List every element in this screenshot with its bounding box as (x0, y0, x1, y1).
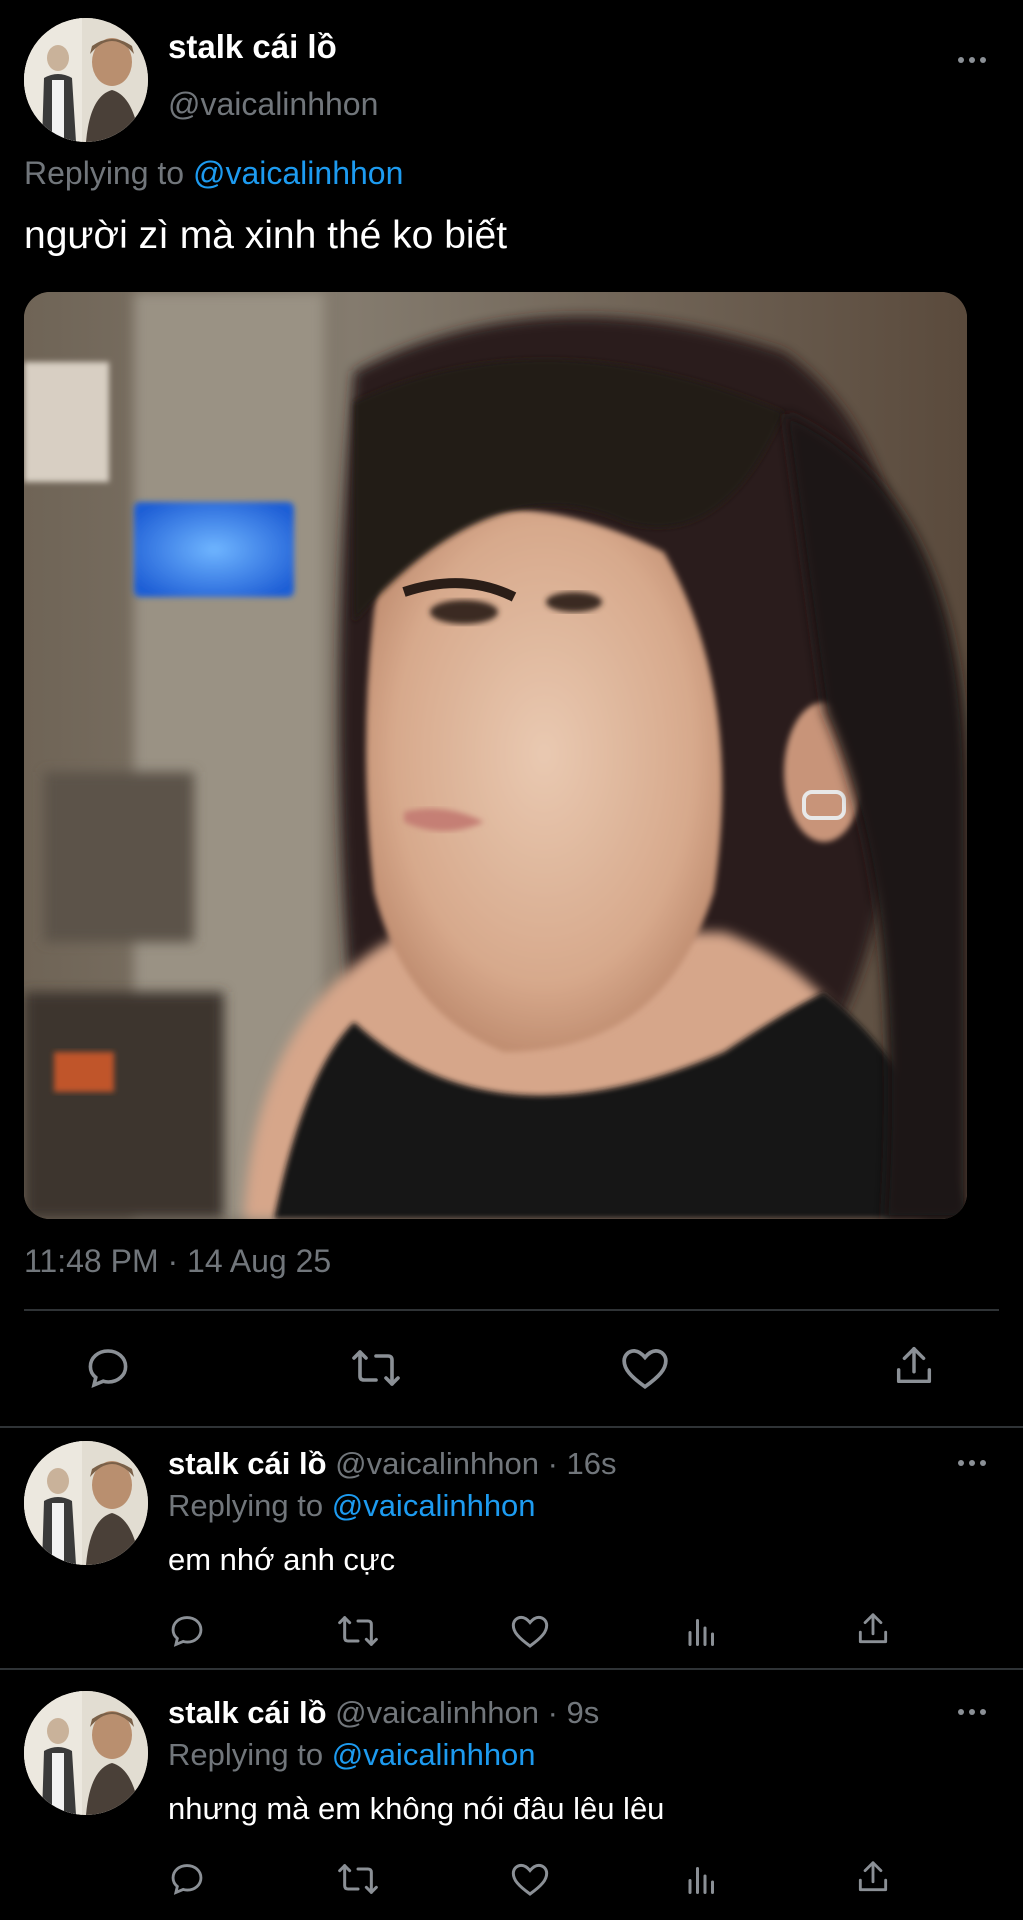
display-name[interactable]: stalk cái lồ (168, 28, 337, 66)
more-options-icon[interactable] (948, 1451, 996, 1475)
more-options-icon[interactable] (948, 1700, 996, 1724)
divider (0, 1668, 1023, 1670)
divider (0, 1426, 1023, 1428)
avatar-image (24, 1691, 148, 1815)
reply-meta: stalk cái lồ @vaicalinhhon · 16s (168, 1446, 617, 1482)
avatar[interactable] (24, 1441, 148, 1565)
replying-to-label: Replying to (168, 1737, 324, 1772)
photo-image (24, 292, 967, 1219)
avatar-image (24, 18, 148, 142)
reply-icon[interactable] (81, 1342, 135, 1394)
reply-icon[interactable] (165, 1609, 209, 1653)
like-icon[interactable] (508, 1609, 552, 1653)
share-icon[interactable] (851, 1855, 895, 1899)
replying-to-mention[interactable]: @vaicalinhhon (332, 1737, 536, 1772)
retweet-icon[interactable] (334, 1609, 382, 1653)
like-icon[interactable] (617, 1342, 673, 1394)
tweet-timestamp[interactable]: 11:48 PM · 14 Aug 25 (24, 1243, 331, 1280)
replying-to-mention[interactable]: @vaicalinhhon (193, 155, 403, 191)
avatar[interactable] (24, 18, 148, 142)
reply-time[interactable]: · 9s (548, 1695, 600, 1730)
share-icon[interactable] (888, 1340, 940, 1392)
retweet-icon[interactable] (346, 1342, 406, 1394)
share-icon[interactable] (851, 1607, 895, 1651)
more-options-icon[interactable] (948, 48, 996, 72)
like-icon[interactable] (508, 1857, 552, 1901)
replying-to-line: Replying to @vaicalinhhon (168, 1488, 536, 1524)
tweet-thread-page: stalk cái lồ @vaicalinhhon Replying to @… (0, 0, 1023, 1920)
replying-to-label: Replying to (168, 1488, 324, 1523)
avatar-image (24, 1441, 148, 1565)
replying-to-mention[interactable]: @vaicalinhhon (332, 1488, 536, 1523)
replying-to-line: Replying to @vaicalinhhon (24, 155, 403, 192)
retweet-icon[interactable] (334, 1857, 382, 1901)
replying-to-label: Replying to (24, 155, 185, 191)
analytics-icon[interactable] (680, 1857, 724, 1901)
tweet-text: người zì mà xinh thé ko biết (24, 214, 508, 257)
avatar[interactable] (24, 1691, 148, 1815)
tweet-media-photo[interactable] (24, 292, 967, 1219)
reply-text: nhưng mà em không nói đâu lêu lêu (168, 1791, 665, 1826)
reply-time[interactable]: · 16s (548, 1446, 617, 1481)
handle[interactable]: @vaicalinhhon (168, 86, 378, 123)
display-name[interactable]: stalk cái lồ (168, 1446, 327, 1481)
handle[interactable]: @vaicalinhhon (335, 1446, 539, 1481)
reply-icon[interactable] (165, 1857, 209, 1901)
divider (24, 1309, 999, 1311)
reply-meta: stalk cái lồ @vaicalinhhon · 9s (168, 1695, 599, 1731)
display-name[interactable]: stalk cái lồ (168, 1695, 327, 1730)
reply-text: em nhớ anh cực (168, 1542, 396, 1577)
handle[interactable]: @vaicalinhhon (335, 1695, 539, 1730)
analytics-icon[interactable] (680, 1609, 724, 1653)
replying-to-line: Replying to @vaicalinhhon (168, 1737, 536, 1773)
